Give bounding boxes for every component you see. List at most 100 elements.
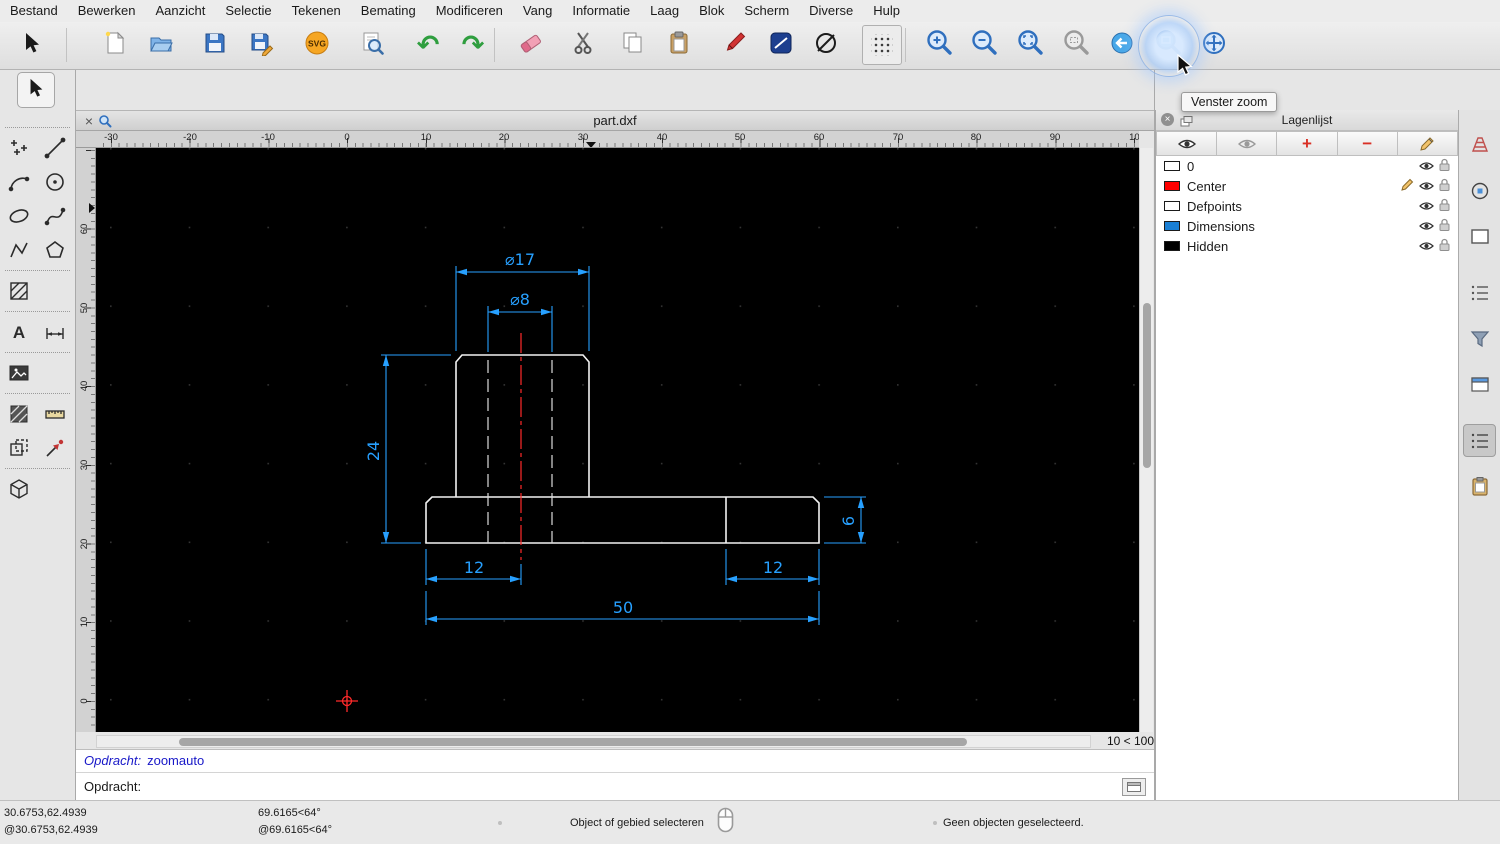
zoom-selection-button[interactable]	[1056, 25, 1096, 65]
layer-row-defpoints[interactable]: Defpoints	[1156, 196, 1458, 216]
paste-button[interactable]	[659, 25, 699, 65]
spline-tool[interactable]	[37, 199, 73, 233]
menu-aanzicht[interactable]: Aanzicht	[146, 0, 216, 22]
selection-filter-toggle[interactable]	[1463, 322, 1496, 355]
shape-tool[interactable]	[37, 233, 73, 267]
menu-diverse[interactable]: Diverse	[799, 0, 863, 22]
menu-bewerken[interactable]: Bewerken	[68, 0, 146, 22]
layer-lock-icon[interactable]	[1439, 238, 1450, 254]
layer-visible-icon[interactable]	[1419, 159, 1434, 174]
window-zoom-button[interactable]	[1148, 25, 1188, 65]
menu-bemating[interactable]: Bemating	[351, 0, 426, 22]
layer-lock-icon[interactable]	[1439, 218, 1450, 234]
absolute-coordinates: 30.6753,62.4939	[4, 807, 87, 819]
save-button[interactable]	[195, 25, 235, 65]
add-layer-button[interactable]: +	[1277, 131, 1338, 156]
points-tool[interactable]	[1, 131, 37, 165]
modify-tool[interactable]	[1, 431, 37, 465]
menu-selectie[interactable]: Selectie	[215, 0, 281, 22]
vertical-scroll-thumb[interactable]	[1143, 303, 1151, 468]
drawing-canvas[interactable]: ⌀17 ⌀8 24 6 12 12 50	[96, 148, 1139, 732]
menu-scherm[interactable]: Scherm	[734, 0, 799, 22]
layer-lock-icon[interactable]	[1439, 158, 1450, 174]
image-tool[interactable]	[1, 356, 37, 390]
line-tool[interactable]	[37, 131, 73, 165]
auto-zoom-button[interactable]	[1010, 25, 1050, 65]
pen-button[interactable]	[714, 25, 754, 65]
zoom-out-button[interactable]	[964, 25, 1004, 65]
command-panel-toggle[interactable]	[1463, 368, 1496, 401]
solid-hatch-tool[interactable]	[1, 397, 37, 431]
block-tool[interactable]	[1, 472, 37, 506]
layer-row-0[interactable]: 0	[1156, 156, 1458, 176]
layer-visible-icon[interactable]	[1419, 239, 1434, 254]
pan-button[interactable]	[1194, 25, 1234, 65]
menu-laag[interactable]: Laag	[640, 0, 689, 22]
hatch-tool[interactable]	[1, 274, 37, 308]
clipboard-panel-toggle[interactable]	[1463, 470, 1496, 503]
property-editor-toggle[interactable]	[1463, 128, 1496, 161]
grid-toggle-button[interactable]	[862, 25, 902, 65]
svg-export-button[interactable]: SVG	[297, 25, 337, 65]
dimension-tool[interactable]	[37, 315, 73, 349]
zoom-in-button[interactable]	[919, 25, 959, 65]
open-file-button[interactable]	[141, 25, 181, 65]
select-tool-button[interactable]	[12, 25, 52, 65]
remove-layer-button[interactable]: −	[1337, 131, 1398, 156]
line-style-button[interactable]	[761, 25, 801, 65]
circle-tool[interactable]	[37, 165, 73, 199]
new-file-button[interactable]	[95, 25, 135, 65]
menu-tekenen[interactable]: Tekenen	[282, 0, 351, 22]
mouse-icon	[717, 807, 734, 837]
redo-button[interactable]: ↷	[453, 25, 493, 65]
measure-tool[interactable]	[37, 397, 73, 431]
horizontal-scroll-thumb[interactable]	[179, 738, 967, 746]
hide-all-layers-button[interactable]	[1217, 131, 1278, 156]
menu-bestand[interactable]: Bestand	[0, 0, 68, 22]
print-preview-button[interactable]	[352, 25, 392, 65]
show-all-layers-button[interactable]	[1156, 131, 1218, 156]
menu-vang[interactable]: Vang	[513, 0, 562, 22]
block-list-toggle[interactable]	[1463, 220, 1496, 253]
menu-blok[interactable]: Blok	[689, 0, 734, 22]
layer-visible-icon[interactable]	[1419, 199, 1434, 214]
edit-layer-button[interactable]	[1397, 131, 1459, 156]
panel-float-icon[interactable]	[1180, 114, 1193, 132]
undo-button[interactable]: ↶	[408, 25, 448, 65]
layer-list-toggle[interactable]	[1463, 424, 1496, 457]
menu-modificeren[interactable]: Modificeren	[426, 0, 513, 22]
text-tool[interactable]: A	[1, 315, 37, 349]
arc-tool[interactable]	[1, 165, 37, 199]
layer-visible-icon[interactable]	[1419, 219, 1434, 234]
vertical-scrollbar[interactable]	[1139, 148, 1153, 732]
null-circle-icon	[813, 30, 839, 61]
menu-informatie[interactable]: Informatie	[562, 0, 640, 22]
panel-close-icon[interactable]: ×	[1161, 113, 1174, 126]
layer-name: Hidden	[1187, 238, 1229, 254]
copy-button[interactable]	[613, 25, 653, 65]
document-tab-title[interactable]: part.dxf	[76, 111, 1154, 130]
selection-tool-button[interactable]	[17, 72, 55, 108]
layer-row-dimensions[interactable]: Dimensions	[1156, 216, 1458, 236]
layer-lock-icon[interactable]	[1439, 198, 1450, 214]
line-style-icon	[768, 30, 794, 61]
view-list-toggle[interactable]	[1463, 276, 1496, 309]
layer-row-center[interactable]: Center	[1156, 176, 1458, 196]
ruler-position-marker	[89, 203, 95, 213]
layer-row-hidden[interactable]: Hidden	[1156, 236, 1458, 256]
menu-hulp[interactable]: Hulp	[863, 0, 910, 22]
save-as-button[interactable]	[242, 25, 282, 65]
horizontal-scrollbar[interactable]	[96, 735, 1091, 748]
layer-lock-icon[interactable]	[1439, 178, 1450, 194]
delete-button[interactable]	[511, 25, 551, 65]
command-expand-button[interactable]	[1122, 777, 1146, 796]
command-input[interactable]	[147, 778, 1122, 795]
snap-tool[interactable]	[37, 431, 73, 465]
null-circle-button[interactable]	[806, 25, 846, 65]
cut-button[interactable]	[564, 25, 604, 65]
layer-visible-icon[interactable]	[1419, 179, 1434, 194]
ellipse-tool[interactable]	[1, 199, 37, 233]
previous-view-button[interactable]	[1102, 25, 1142, 65]
selection-info-toggle[interactable]	[1463, 174, 1496, 207]
polyline-tool[interactable]	[1, 233, 37, 267]
